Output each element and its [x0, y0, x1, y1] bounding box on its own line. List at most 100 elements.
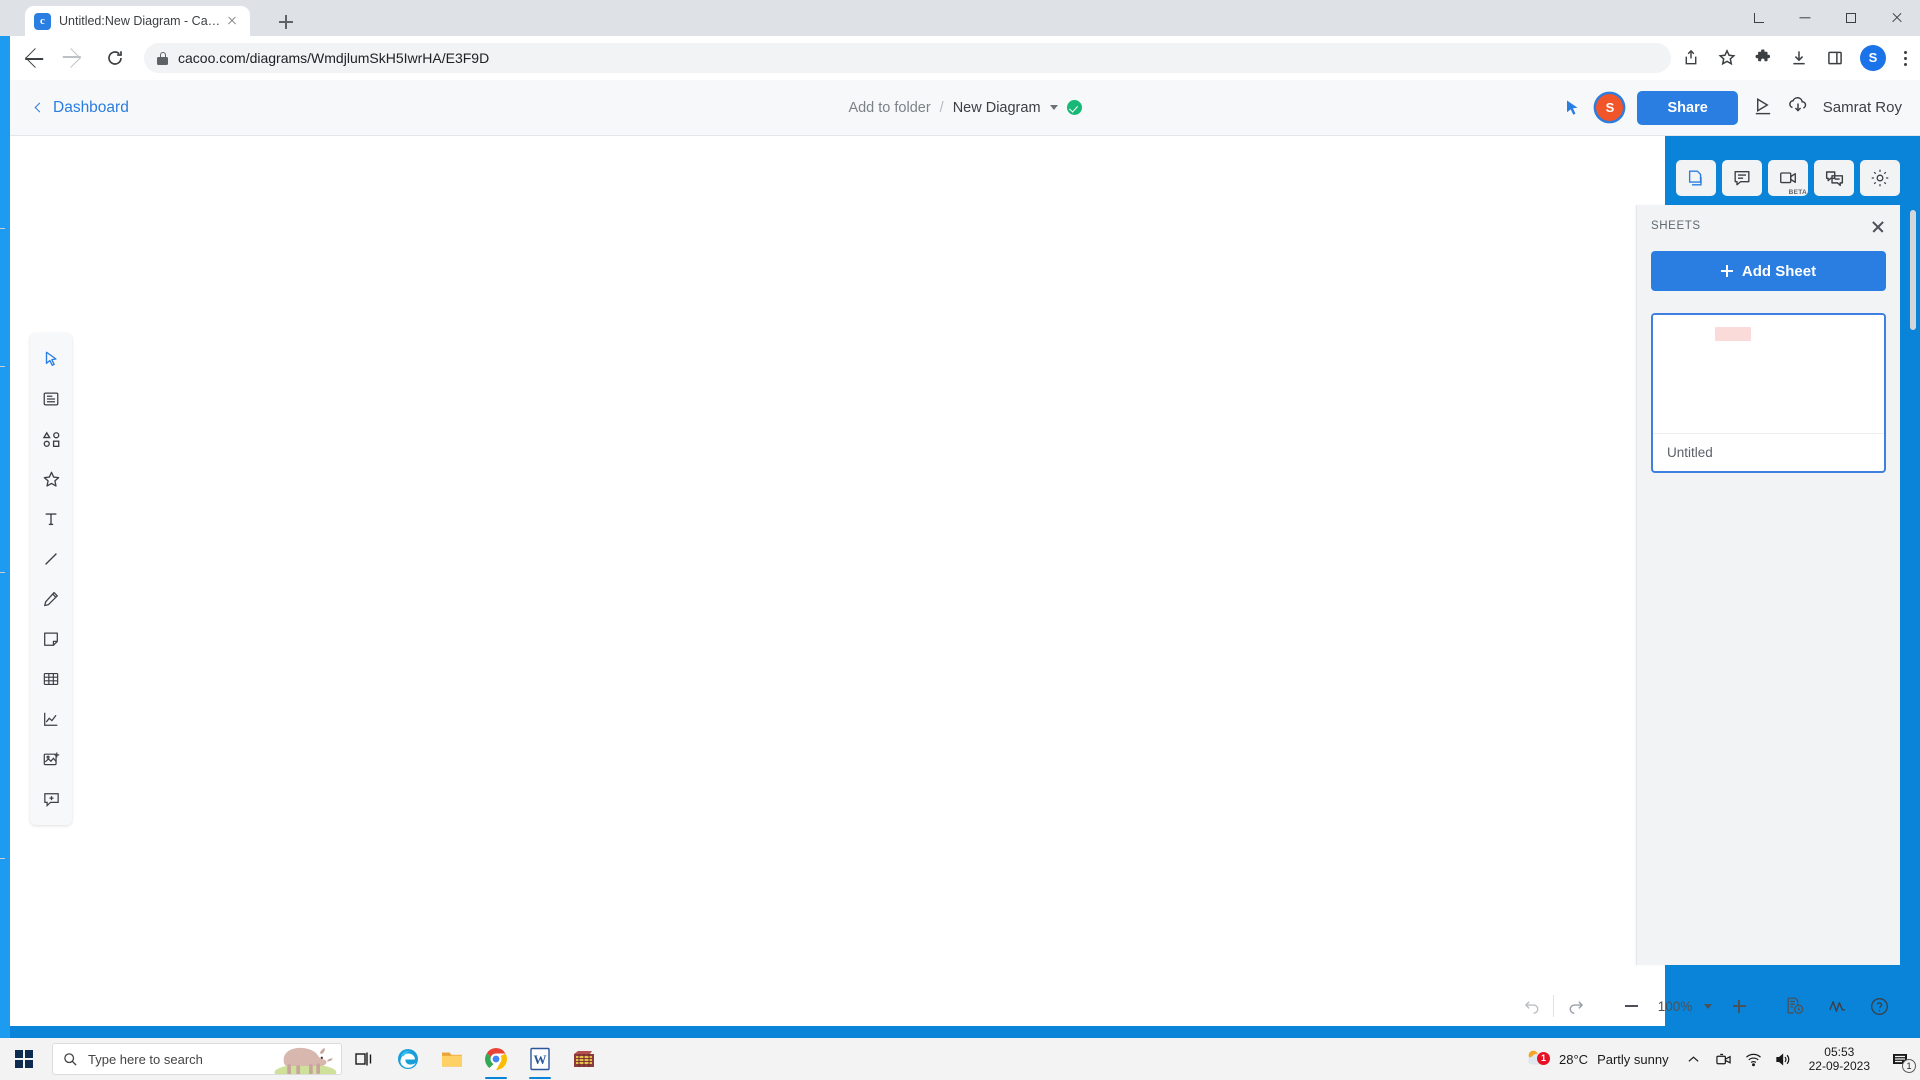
image-tool[interactable] [30, 739, 72, 779]
address-bar[interactable]: cacoo.com/diagrams/WmdjlumSkH5IwrHA/E3F9… [144, 43, 1671, 73]
revision-history-button[interactable] [1774, 985, 1816, 1027]
sheet-card[interactable]: Untitled [1651, 313, 1886, 473]
volume-icon[interactable] [1769, 1038, 1799, 1080]
clock-time: 05:53 [1824, 1045, 1855, 1059]
shapes-tool[interactable] [30, 419, 72, 459]
new-tab-button[interactable] [275, 11, 297, 33]
system-tray: 1 28°C Partly sunny 05:53 22-09-2023 1 [1514, 1038, 1920, 1080]
table-tool[interactable] [30, 659, 72, 699]
start-button[interactable] [0, 1038, 48, 1080]
camera-icon[interactable] [1709, 1038, 1739, 1080]
sheets-tab[interactable] [1676, 160, 1716, 196]
chart-tool[interactable] [30, 699, 72, 739]
presentation-icon[interactable] [1752, 95, 1773, 121]
help-button[interactable] [1858, 985, 1900, 1027]
template-tool[interactable] [30, 379, 72, 419]
diagram-title[interactable]: New Diagram [953, 100, 1041, 116]
weather-description: Partly sunny [1597, 1051, 1669, 1067]
file-explorer-icon[interactable] [430, 1038, 474, 1080]
left-ruler [0, 136, 5, 1026]
forward-button[interactable] [56, 41, 90, 75]
user-name-label[interactable]: Samrat Roy [1823, 99, 1902, 116]
share-button[interactable]: Share [1637, 90, 1738, 125]
weather-widget[interactable]: 1 28°C Partly sunny [1514, 1047, 1679, 1071]
url-text: cacoo.com/diagrams/WmdjlumSkH5IwrHA/E3F9… [178, 50, 490, 66]
windows-taskbar: Type here to search W 1 28°C Partly sunn… [0, 1038, 1920, 1080]
cacoo-favicon: c [34, 12, 51, 30]
rhino-wallpaper-thumbnail [274, 1047, 337, 1074]
weather-badge: 1 [1537, 1052, 1551, 1065]
redo-button[interactable] [1554, 985, 1596, 1027]
diagram-canvas[interactable] [10, 136, 1665, 1026]
notification-center-button[interactable]: 1 [1880, 1038, 1920, 1080]
cursor-pointer-icon[interactable] [1562, 98, 1582, 118]
activity-button[interactable] [1816, 985, 1858, 1027]
sheet-name: Untitled [1653, 433, 1884, 471]
add-sheet-label: Add Sheet [1741, 262, 1817, 280]
zoom-out-button[interactable] [1610, 985, 1652, 1027]
back-button[interactable] [16, 41, 50, 75]
task-view-icon[interactable] [342, 1038, 386, 1080]
saved-check-icon [1066, 100, 1082, 115]
scrollbar-thumb[interactable] [1910, 210, 1916, 330]
select-tool[interactable] [30, 339, 72, 379]
bookmark-star-icon[interactable] [1711, 42, 1743, 74]
sticky-note-tool[interactable] [30, 619, 72, 659]
right-panel-tabs: BETA [1676, 160, 1900, 196]
add-to-folder-button[interactable]: Add to folder [848, 100, 930, 116]
lock-icon [157, 51, 168, 65]
notification-count: 1 [1902, 1059, 1916, 1073]
video-chat-tab[interactable]: BETA [1768, 160, 1808, 196]
clock-date: 22-09-2023 [1808, 1059, 1870, 1073]
zoom-in-button[interactable] [1718, 985, 1760, 1027]
screen: c Untitled:New Diagram - Cacoo cacoo.com… [0, 0, 1920, 1080]
pen-tool[interactable] [30, 579, 72, 619]
tab-search-chevron-button[interactable] [1736, 0, 1782, 36]
line-tool[interactable] [30, 539, 72, 579]
show-hidden-icons-chevron[interactable] [1679, 1038, 1709, 1080]
browser-tab[interactable]: c Untitled:New Diagram - Cacoo [25, 6, 250, 36]
close-tab-icon[interactable] [223, 12, 241, 30]
taskbar-clock[interactable]: 05:53 22-09-2023 [1799, 1045, 1880, 1073]
comments-tab[interactable] [1722, 160, 1762, 196]
reload-button[interactable] [98, 41, 132, 75]
minimize-button[interactable] [1782, 0, 1828, 36]
chevron-left-icon [34, 102, 45, 113]
side-panel-icon[interactable] [1819, 42, 1851, 74]
maximize-button[interactable] [1828, 0, 1874, 36]
chrome-menu-button[interactable] [1890, 42, 1920, 74]
chrome-profile-avatar[interactable]: S [1860, 45, 1886, 71]
word-icon[interactable]: W [518, 1038, 562, 1080]
share-icon[interactable] [1675, 42, 1707, 74]
chrome-icon[interactable] [474, 1038, 518, 1080]
dashboard-label: Dashboard [53, 98, 129, 116]
vertical-scrollbar[interactable] [1910, 180, 1918, 880]
browser-tabstrip: c Untitled:New Diagram - Cacoo [10, 0, 1920, 36]
export-download-icon[interactable] [1787, 94, 1809, 121]
zoom-dropdown-button[interactable] [1698, 985, 1718, 1027]
edge-icon[interactable] [386, 1038, 430, 1080]
extensions-puzzle-icon[interactable] [1747, 42, 1779, 74]
wifi-icon[interactable] [1739, 1038, 1769, 1080]
canvas-bottom-bar: 100% [1511, 984, 1900, 1028]
close-panel-icon[interactable] [1870, 218, 1886, 234]
chevron-down-icon[interactable] [1049, 105, 1058, 110]
text-tool[interactable] [30, 499, 72, 539]
collaborator-avatar[interactable]: S [1596, 94, 1624, 121]
comment-tool[interactable] [30, 779, 72, 819]
favorites-tool[interactable] [30, 459, 72, 499]
add-sheet-button[interactable]: Add Sheet [1651, 251, 1886, 291]
downloads-icon[interactable] [1783, 42, 1815, 74]
windows-logo-icon [15, 1050, 33, 1068]
search-input[interactable]: Type here to search [52, 1043, 342, 1075]
chat-tab[interactable] [1814, 160, 1854, 196]
plus-icon [1732, 999, 1746, 1013]
search-placeholder: Type here to search [88, 1051, 203, 1067]
undo-button[interactable] [1511, 985, 1553, 1027]
gear-icon[interactable] [1860, 160, 1900, 196]
close-window-button[interactable] [1874, 0, 1920, 36]
winrar-icon[interactable] [562, 1038, 606, 1080]
back-to-dashboard-link[interactable]: Dashboard [34, 98, 129, 117]
zoom-level-label[interactable]: 100% [1652, 999, 1698, 1014]
sheets-panel-header: SHEETS [1637, 205, 1900, 247]
